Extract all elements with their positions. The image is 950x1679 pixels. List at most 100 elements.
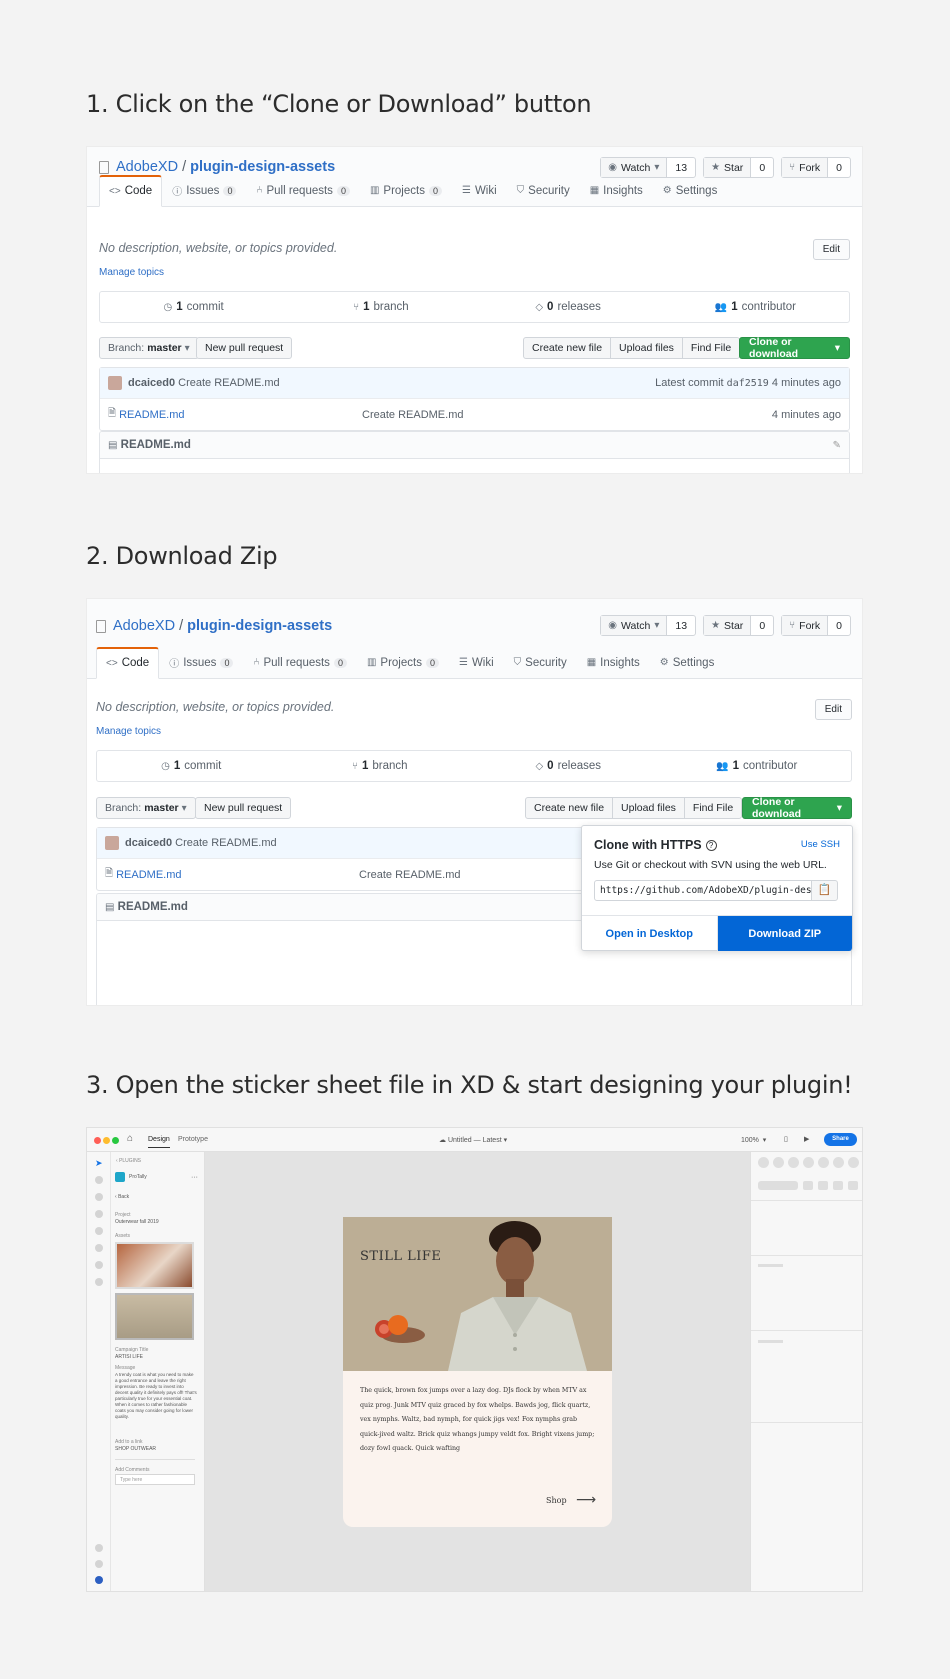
tool-icon[interactable] xyxy=(95,1560,103,1568)
tool-icon[interactable] xyxy=(95,1278,103,1286)
align-icon[interactable] xyxy=(833,1157,844,1168)
open-in-desktop-button[interactable]: Open in Desktop xyxy=(582,916,718,951)
star-count[interactable]: 0 xyxy=(751,616,773,635)
hero-photo[interactable]: STILL LIFE xyxy=(343,1217,612,1371)
shop-link[interactable]: Shop xyxy=(546,1496,567,1505)
property-field[interactable] xyxy=(758,1181,798,1190)
plugins-breadcrumb[interactable]: ‹ PLUGINS xyxy=(116,1158,141,1165)
tool-icon[interactable] xyxy=(95,1227,103,1235)
close-window-dot[interactable] xyxy=(94,1137,101,1144)
tool-icon[interactable] xyxy=(95,1261,103,1269)
manage-topics-link[interactable]: Manage topics xyxy=(99,267,164,278)
property-icon[interactable] xyxy=(818,1181,828,1190)
mobile-preview-icon[interactable]: ▯ xyxy=(784,1135,788,1143)
property-icon[interactable] xyxy=(833,1181,843,1190)
arrow-icon[interactable]: ⟶ xyxy=(576,1491,596,1508)
asset-thumbnail-1[interactable] xyxy=(115,1242,194,1289)
tab-code[interactable]: <> Code xyxy=(99,175,163,207)
commit-message-link[interactable]: Create README.md xyxy=(175,837,276,849)
question-icon[interactable]: ? xyxy=(705,839,717,851)
comments-input[interactable]: Type here xyxy=(115,1474,195,1485)
commit-hash-link[interactable]: daf2519 xyxy=(727,378,769,389)
new-pull-request-button[interactable]: New pull request xyxy=(195,797,292,819)
property-icon[interactable] xyxy=(803,1181,813,1190)
tab-pull-requests[interactable]: ⑃ Pull requests 0 xyxy=(246,175,360,207)
property-icon[interactable] xyxy=(848,1181,858,1190)
clone-or-download-button[interactable]: Clone or download ▾ xyxy=(739,336,850,360)
edit-button[interactable]: Edit xyxy=(814,699,852,720)
tool-icon[interactable] xyxy=(95,1176,103,1184)
commits-summary[interactable]: ◷ 1 commit xyxy=(97,751,286,781)
commits-summary[interactable]: ◷ 1 commit xyxy=(100,292,287,322)
releases-summary[interactable]: ◇ 0 releases xyxy=(475,292,662,322)
clone-url-input[interactable]: https://github.com/AdobeXD/plugin-design… xyxy=(594,880,812,901)
tab-prototype[interactable]: Prototype xyxy=(178,1136,208,1143)
repo-name-link[interactable]: plugin-design-assets xyxy=(190,159,335,175)
tab-insights[interactable]: ▦ Insights xyxy=(580,175,653,207)
commit-author-link[interactable]: dcaiced0 xyxy=(128,377,175,389)
create-new-file-button[interactable]: Create new file xyxy=(523,337,612,359)
tab-design[interactable]: Design xyxy=(148,1136,170,1148)
tab-security[interactable]: ⛉ Security xyxy=(504,647,577,679)
tool-icon[interactable] xyxy=(95,1544,103,1552)
tab-wiki[interactable]: ☰ Wiki xyxy=(449,647,504,679)
fork-count[interactable]: 0 xyxy=(828,616,850,635)
find-file-button[interactable]: Find File xyxy=(681,337,741,359)
tool-icon[interactable] xyxy=(95,1210,103,1218)
tab-projects[interactable]: ▥ Projects 0 xyxy=(357,647,449,679)
share-button[interactable]: Share xyxy=(824,1133,857,1146)
create-new-file-button[interactable]: Create new file xyxy=(525,797,614,819)
file-commit-message[interactable]: Create README.md xyxy=(362,409,463,421)
play-icon[interactable]: ▶ xyxy=(804,1135,809,1143)
find-file-button[interactable]: Find File xyxy=(683,797,743,819)
releases-summary[interactable]: ◇ 0 releases xyxy=(474,751,663,781)
repo-name-link[interactable]: plugin-design-assets xyxy=(187,618,332,634)
upload-files-button[interactable]: Upload files xyxy=(610,337,683,359)
upload-files-button[interactable]: Upload files xyxy=(612,797,685,819)
tool-icon[interactable] xyxy=(95,1193,103,1201)
contributors-summary[interactable]: 👥 1 contributor xyxy=(663,751,852,781)
clone-or-download-button[interactable]: Clone or download ▾ xyxy=(742,796,852,820)
branches-summary[interactable]: ⑂ 1 branch xyxy=(286,751,475,781)
tab-wiki[interactable]: ☰ Wiki xyxy=(452,175,507,207)
align-icon[interactable] xyxy=(818,1157,829,1168)
plugins-icon[interactable] xyxy=(95,1576,103,1584)
contributors-summary[interactable]: 👥 1 contributor xyxy=(662,292,849,322)
tab-projects[interactable]: ▥ Projects 0 xyxy=(360,175,452,207)
branch-select[interactable]: Branch: master ▾ xyxy=(96,797,196,819)
tab-settings[interactable]: ⚙ Settings xyxy=(650,647,725,679)
home-icon[interactable]: ⌂ xyxy=(127,1133,133,1144)
fork-button[interactable]: ⑂ Fork 0 xyxy=(781,615,851,636)
file-name-link[interactable]: README.md xyxy=(116,869,181,881)
document-title[interactable]: ☁ Untitled — Latest ▾ xyxy=(439,1136,507,1144)
asset-thumbnail-2[interactable] xyxy=(115,1293,194,1340)
minimize-window-dot[interactable] xyxy=(103,1137,110,1144)
align-icon[interactable] xyxy=(758,1157,769,1168)
new-pull-request-button[interactable]: New pull request xyxy=(196,337,293,359)
clipboard-icon[interactable]: 📋 xyxy=(811,880,838,901)
tab-insights[interactable]: ▦ Insights xyxy=(577,647,650,679)
design-card[interactable]: STILL LIFE The quick, brown fox jumps ov… xyxy=(343,1217,612,1527)
maximize-window-dot[interactable] xyxy=(112,1137,119,1144)
manage-topics-link[interactable]: Manage topics xyxy=(96,726,161,737)
commit-author-link[interactable]: dcaiced0 xyxy=(125,837,172,849)
zoom-select[interactable]: 100% ▾ xyxy=(741,1136,766,1144)
watch-button[interactable]: ◉ Watch ▾ 13 xyxy=(600,615,697,636)
watch-count[interactable]: 13 xyxy=(667,616,695,635)
align-icon[interactable] xyxy=(803,1157,814,1168)
download-zip-button[interactable]: Download ZIP xyxy=(717,916,852,951)
tab-pull-requests[interactable]: ⑃ Pull requests 0 xyxy=(243,647,357,679)
star-count[interactable]: 0 xyxy=(751,158,773,177)
align-icon[interactable] xyxy=(788,1157,799,1168)
select-tool-icon[interactable]: ➤ xyxy=(95,1158,103,1169)
tab-code[interactable]: <> Code xyxy=(96,647,160,679)
file-commit-message[interactable]: Create README.md xyxy=(359,869,460,881)
branches-summary[interactable]: ⑂ 1 branch xyxy=(287,292,474,322)
use-ssh-link[interactable]: Use SSH xyxy=(801,839,840,850)
tab-security[interactable]: ⛉ Security xyxy=(507,175,580,207)
fork-count[interactable]: 0 xyxy=(828,158,850,177)
tab-issues[interactable]: ⓘ Issues 0 xyxy=(162,175,246,207)
file-name-link[interactable]: README.md xyxy=(119,409,184,421)
commit-message-link[interactable]: Create README.md xyxy=(178,377,279,389)
tool-icon[interactable] xyxy=(95,1244,103,1252)
